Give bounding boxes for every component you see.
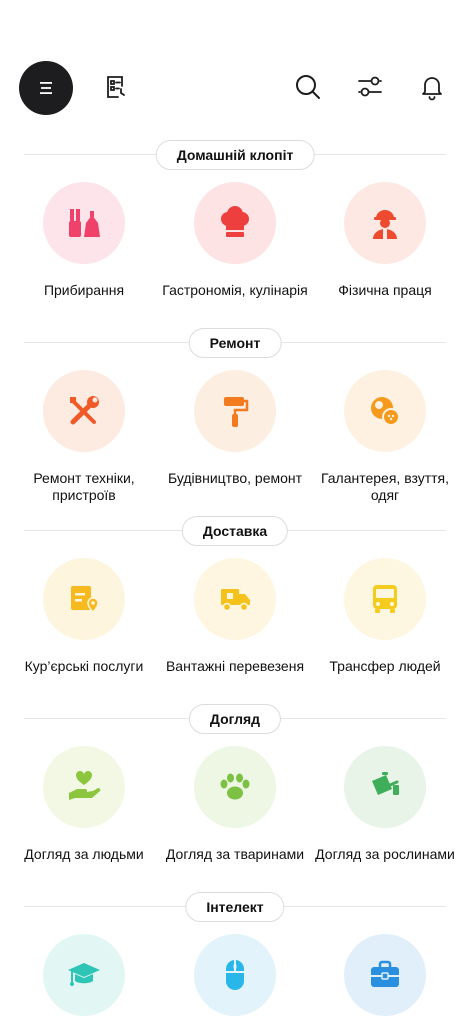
category-icon-circle [344,934,426,1016]
category-cleaning[interactable]: Прибирання [9,182,159,299]
category-plant-care[interactable]: Догляд за рослинами [310,746,460,863]
section-title: Інтелект [185,892,285,922]
tools-icon [70,396,99,425]
menu-button[interactable] [19,61,73,115]
category-physical-work[interactable]: Фізична праця [310,182,460,299]
category-business[interactable] [310,934,460,1034]
category-label: Ремонт техніки, пристроїв [33,470,135,503]
category-label: Догляд за рослинами [315,846,455,862]
category-icon-circle [194,182,276,264]
category-label: Вантажні перевезеня [165,658,305,674]
clipboard-list-icon [107,76,125,98]
category-label: Догляд за тваринами [165,846,305,862]
section-title: Догляд [188,704,282,734]
section-title: Ремонт [188,328,282,358]
graduation-cap-icon [68,963,100,986]
paw-icon [220,773,250,800]
menu-icon [40,82,52,94]
watering-can-icon [372,772,399,795]
category-icon-circle [43,746,125,828]
computer-mouse-icon [226,960,244,990]
category-icon-circle [344,558,426,640]
category-device-repair[interactable]: Ремонт техніки, пристроїв [9,370,159,504]
category-icon-circle [344,746,426,828]
chef-hat-icon [221,206,249,237]
category-icon-circle [194,370,276,452]
category-label: Будівництво, ремонт [167,470,303,486]
buttons-icon [371,397,400,426]
category-icon-circle [344,182,426,264]
paint-roller-icon [224,397,249,427]
care-hand-icon [69,771,101,800]
category-courier[interactable]: Кур’єрські послуги [9,558,159,675]
search-icon [296,75,320,99]
category-icon-circle [194,558,276,640]
category-icon-circle [43,370,125,452]
category-icon-circle [43,934,125,1016]
category-icon-circle [43,182,125,264]
category-transfer[interactable]: Трансфер людей [310,558,460,675]
category-icon-circle [194,934,276,1016]
truck-icon [221,589,250,612]
category-cargo[interactable]: Вантажні перевезеня [160,558,310,675]
category-label: Гастрономія, кулінарія [162,282,308,298]
courier-box-icon [71,586,99,614]
category-icon-circle [194,746,276,828]
category-people-care[interactable]: Догляд за людьми [9,746,159,863]
category-label: Фізична праця [338,282,432,298]
category-computers[interactable] [160,934,310,1034]
category-animal-care[interactable]: Догляд за тваринами [160,746,310,863]
briefcase-icon [371,960,399,987]
bell-icon [422,77,442,101]
category-icon-circle [344,370,426,452]
category-construction[interactable]: Будівництво, ремонт [160,370,310,487]
filter-sliders-icon [358,76,382,97]
notifications-button[interactable] [417,72,447,102]
category-haberdashery[interactable]: Галантерея, взуття, одяг [310,370,460,504]
clipboard-list-button[interactable] [101,72,131,102]
search-button[interactable] [293,72,323,102]
category-education[interactable] [9,934,159,1034]
section-title: Доставка [181,516,289,546]
category-gastronomy[interactable]: Гастрономія, кулінарія [160,182,310,299]
section-title: Домашній клопіт [155,140,315,170]
bus-icon [373,585,397,613]
category-label: Трансфер людей [329,658,441,674]
worker-icon [373,210,397,239]
category-icon-circle [43,558,125,640]
category-label: Галантерея, взуття, одяг [320,470,450,503]
category-label: Прибирання [43,282,125,298]
filter-button[interactable] [355,72,385,102]
top-bar [0,0,470,130]
category-label: Кур’єрські послуги [24,658,144,674]
category-label: Догляд за людьми [24,846,144,862]
cleaning-icon [69,209,100,237]
